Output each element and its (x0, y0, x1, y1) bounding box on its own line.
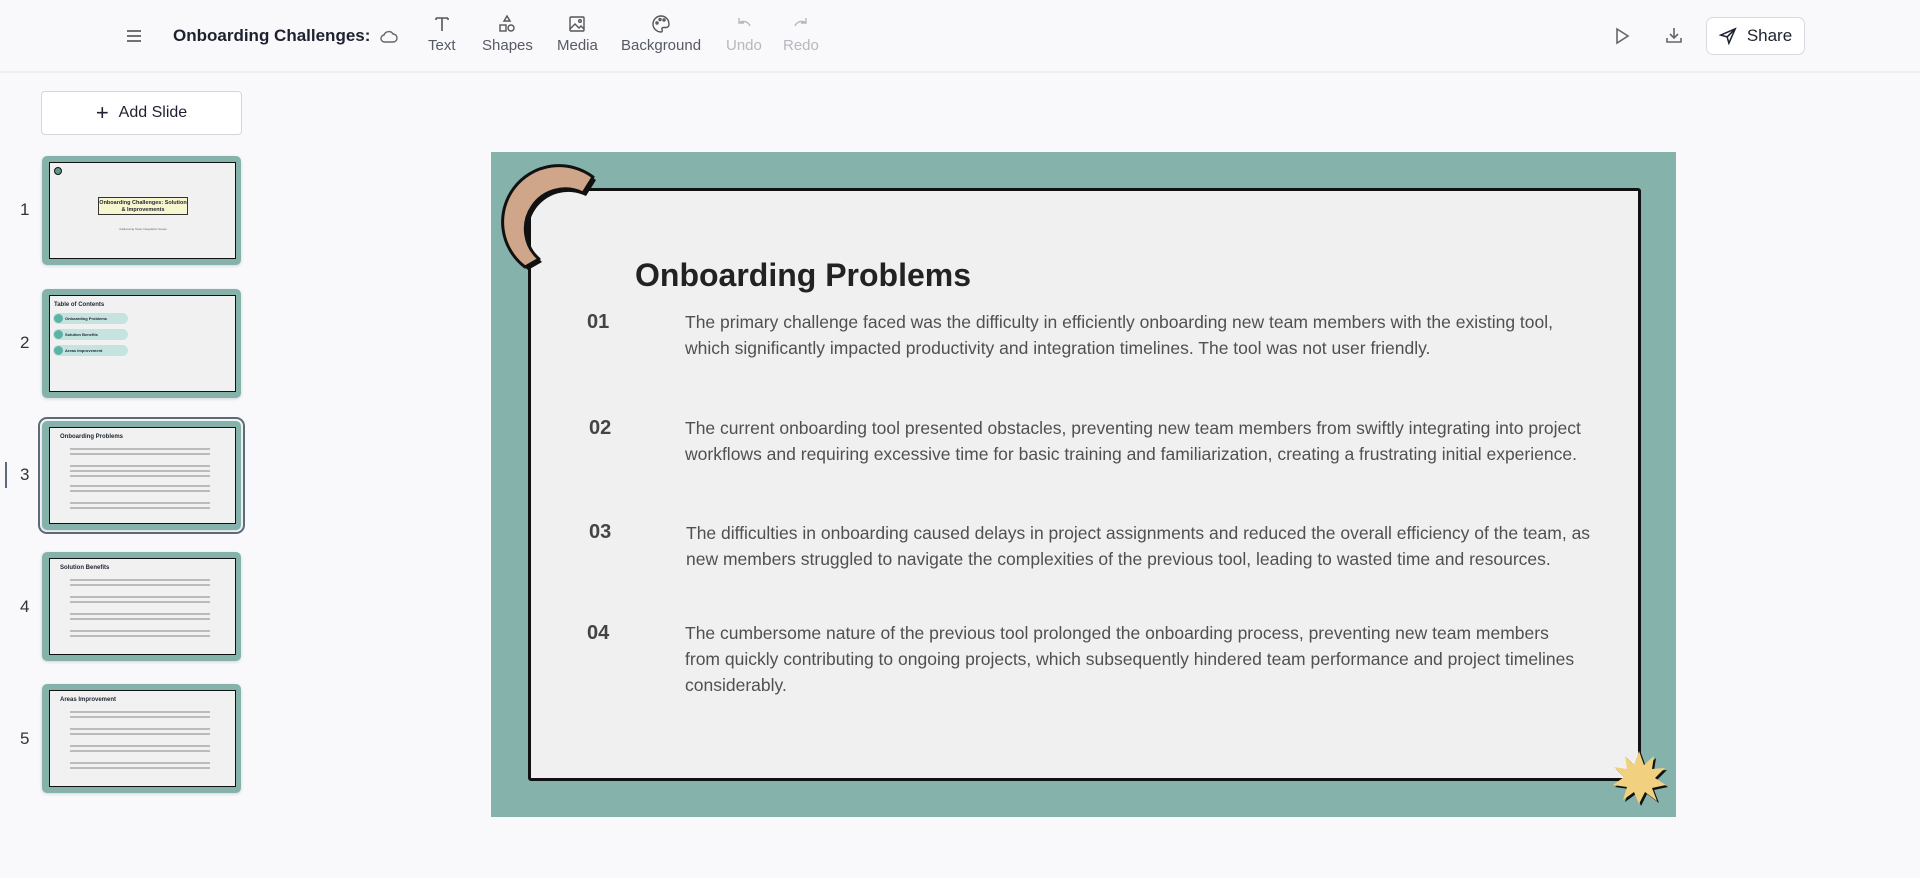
add-slide-button[interactable]: + Add Slide (41, 91, 242, 135)
toc-item: Areas Improvement (53, 345, 128, 356)
item-number: 02 (589, 417, 612, 439)
slide-number: 2 (20, 333, 30, 352)
slide-title[interactable]: Onboarding Problems (635, 257, 971, 294)
shapes-tool-button[interactable]: Shapes (482, 14, 533, 54)
toc-item: Onboarding Problems (53, 313, 128, 324)
item-number: 01 (587, 311, 610, 333)
menu-icon[interactable] (124, 26, 144, 51)
slide-thumbnail-4[interactable]: Solution Benefits (42, 552, 241, 661)
slide-number: 5 (20, 729, 30, 748)
slide-number: 1 (20, 200, 30, 219)
image-icon (569, 16, 586, 32)
thumb-title: Onboarding Challenges: Solution & Improv… (98, 197, 188, 215)
thumb-title: Solution Benefits (60, 565, 110, 571)
palette-icon (652, 15, 670, 33)
top-toolbar: Onboarding Challenges: Text Shapes Media… (0, 0, 1920, 73)
circle-decoration (54, 167, 62, 175)
presentation-title[interactable]: Onboarding Challenges: (173, 26, 370, 46)
download-icon[interactable] (1664, 25, 1684, 50)
star-decoration (1613, 751, 1668, 806)
slide-thumbnail-5[interactable]: Areas Improvement (42, 684, 241, 793)
undo-icon (738, 18, 751, 27)
thumb-title: Table of Contents (54, 302, 105, 308)
thumb-title: Onboarding Problems (60, 434, 124, 440)
slide-canvas[interactable]: Onboarding Problems 01 The primary chall… (491, 152, 1676, 817)
active-slide-indicator (5, 462, 7, 488)
undo-button[interactable]: Undo (726, 14, 762, 54)
text-icon (434, 17, 449, 31)
plus-icon: + (95, 100, 109, 125)
redo-icon (794, 18, 807, 27)
play-icon[interactable] (1612, 26, 1632, 51)
send-icon (1718, 27, 1737, 45)
thumb-panel: Solution Benefits (49, 558, 236, 655)
slide-number: 3 (20, 465, 30, 484)
item-text[interactable]: The difficulties in onboarding caused de… (686, 520, 1606, 572)
item-number: 04 (587, 622, 610, 644)
toc-item: Solution Benefits (53, 329, 128, 340)
thumb-subtitle: Addressing Team Integration Issues (119, 227, 167, 231)
slide-thumbnail-2[interactable]: Table of Contents Onboarding Problems So… (42, 289, 241, 398)
text-tool-button[interactable]: Text (428, 14, 456, 54)
thumb-panel: Onboarding Problems (49, 427, 236, 524)
slide-thumbnail-1[interactable]: Onboarding Challenges: Solution & Improv… (42, 156, 241, 265)
item-text[interactable]: The primary challenge faced was the diff… (685, 309, 1585, 361)
thumb-title: Areas Improvement (60, 697, 117, 703)
slide-thumbnail-3[interactable]: Onboarding Problems (38, 417, 245, 534)
item-text[interactable]: The current onboarding tool presented ob… (685, 415, 1585, 467)
thumb-panel: Table of Contents Onboarding Problems So… (49, 295, 236, 392)
thumb-panel: Onboarding Challenges: Solution & Improv… (49, 162, 236, 259)
item-text[interactable]: The cumbersome nature of the previous to… (685, 620, 1585, 698)
arc-decoration (501, 164, 596, 270)
share-button[interactable]: Share (1706, 17, 1805, 55)
media-tool-button[interactable]: Media (557, 14, 598, 54)
shapes-icon (499, 14, 516, 32)
content-panel: Onboarding Problems 01 The primary chall… (528, 188, 1641, 781)
redo-button[interactable]: Redo (783, 14, 819, 54)
thumb-panel: Areas Improvement (49, 690, 236, 787)
slide-number: 4 (20, 597, 30, 616)
background-tool-button[interactable]: Background (621, 14, 701, 54)
item-number: 03 (589, 521, 612, 543)
cloud-save-icon (379, 26, 399, 51)
